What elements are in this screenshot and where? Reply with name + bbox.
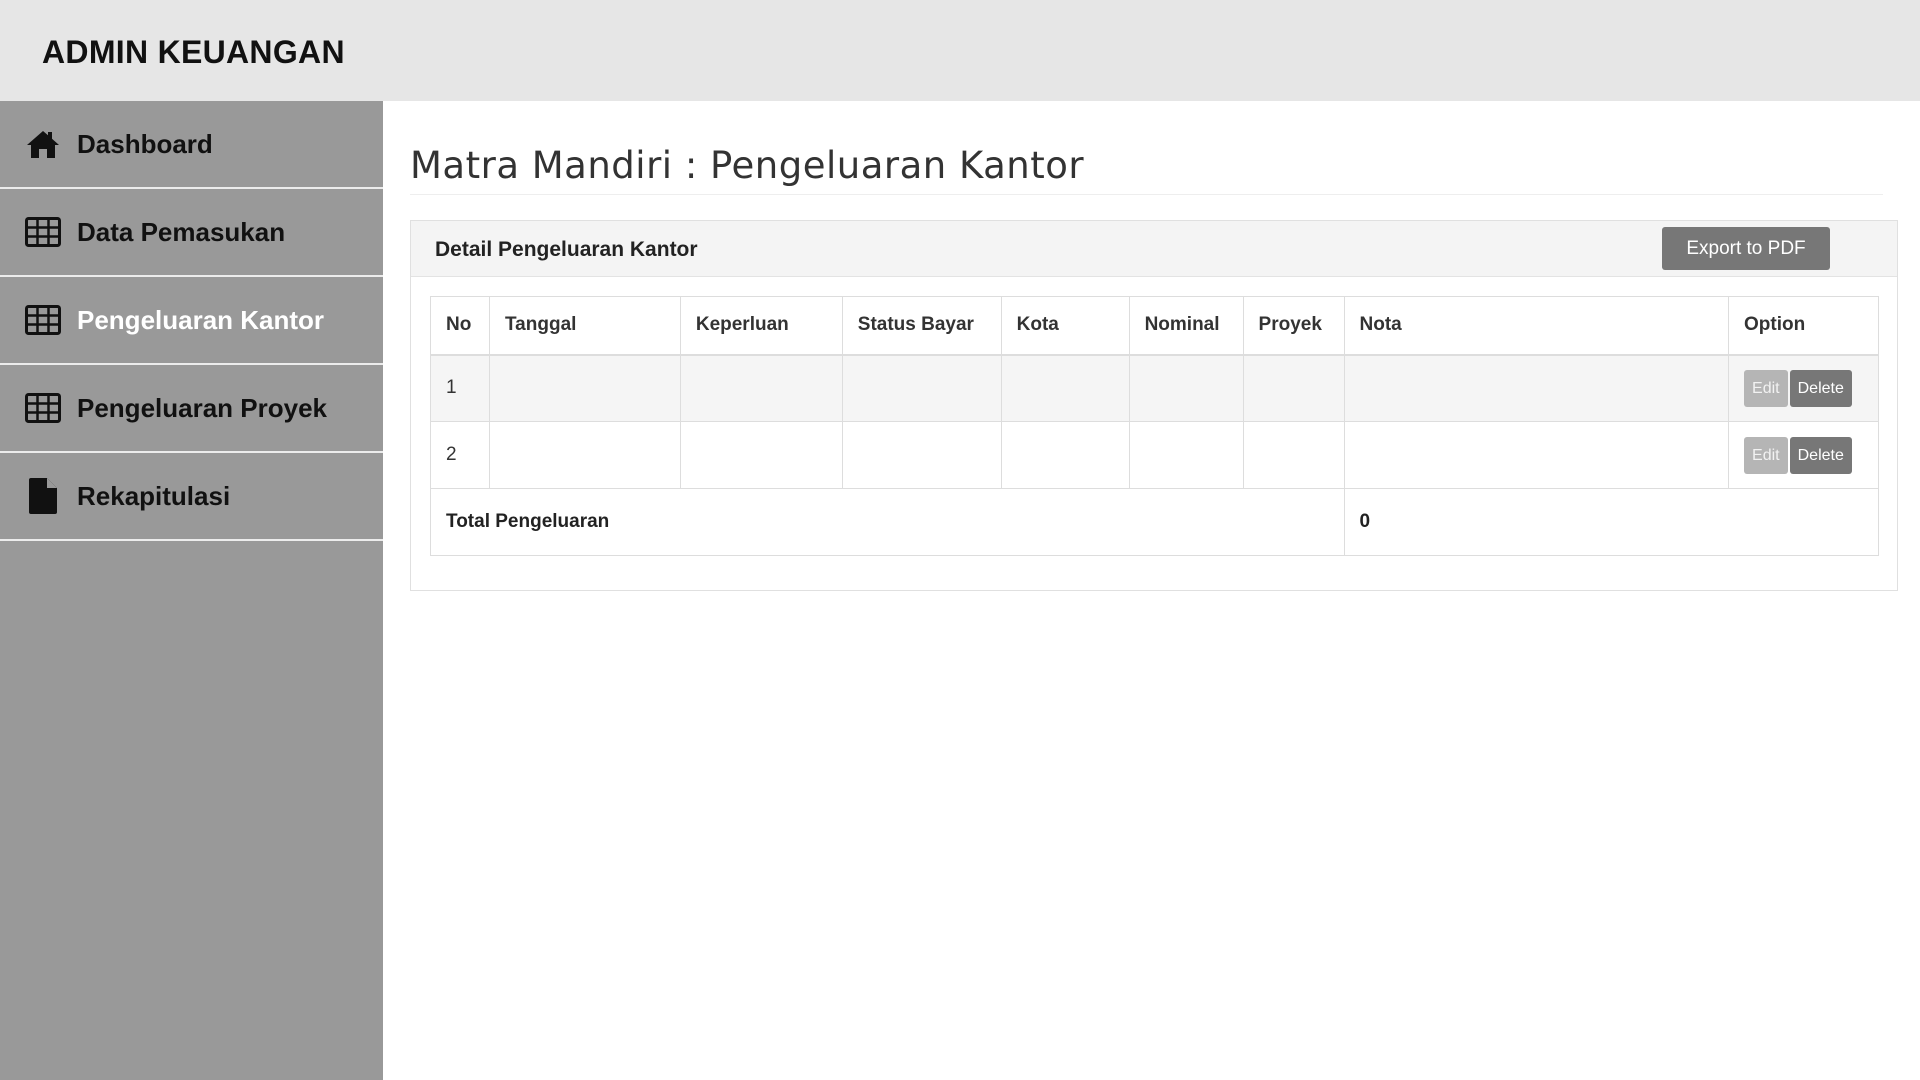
panel-header: Detail Pengeluaran Kantor Export to PDF (411, 221, 1897, 277)
column-header-proyek[interactable]: Proyek (1242, 296, 1345, 356)
sidebar-item-label: Data Pemasukan (77, 216, 286, 247)
cell-option: Edit Delete (1728, 421, 1879, 489)
total-label: Total Pengeluaran (430, 488, 1345, 556)
table-icon (25, 302, 61, 338)
cell-kota (1000, 354, 1130, 422)
column-header-option: Option (1728, 296, 1879, 356)
app-brand: ADMIN KEUANGAN (42, 34, 345, 70)
sidebar-item-label: Rekapitulasi (77, 480, 231, 511)
cell-keperluan (679, 354, 843, 422)
detail-panel: Detail Pengeluaran Kantor Export to PDF … (410, 220, 1898, 591)
cell-status-bayar (841, 354, 1002, 422)
home-icon (25, 126, 61, 162)
delete-button[interactable]: Delete (1789, 369, 1852, 407)
table-icon (25, 214, 61, 250)
column-header-no[interactable]: No (430, 296, 490, 356)
main-content: Matra Mandiri : Pengeluaran Kantor Detai… (383, 101, 1920, 1080)
cell-kota (1000, 421, 1130, 489)
total-value: 0 (1343, 488, 1880, 556)
sidebar-item-data-pemasukan[interactable]: Data Pemasukan (0, 189, 383, 277)
table-row: 2 Edit Delete (430, 421, 1879, 489)
column-header-nominal[interactable]: Nominal (1128, 296, 1244, 356)
cell-keperluan (679, 421, 843, 489)
column-header-kota[interactable]: Kota (1000, 296, 1130, 356)
table-icon (25, 390, 61, 426)
top-header: ADMIN KEUANGAN (0, 0, 1920, 101)
sidebar-item-rekapitulasi[interactable]: Rekapitulasi (0, 453, 383, 541)
page-title: Matra Mandiri : Pengeluaran Kantor (410, 144, 1085, 187)
cell-nota (1343, 354, 1730, 422)
title-divider (410, 194, 1883, 195)
cell-nota (1343, 421, 1730, 489)
cell-nominal (1128, 354, 1244, 422)
column-header-status-bayar[interactable]: Status Bayar (841, 296, 1002, 356)
cell-option: Edit Delete (1728, 354, 1879, 422)
sidebar-item-label: Pengeluaran Kantor (77, 304, 325, 335)
sidebar-item-dashboard[interactable]: Dashboard (0, 101, 383, 189)
export-pdf-button[interactable]: Export to PDF (1662, 227, 1830, 270)
sidebar-item-pengeluaran-kantor[interactable]: Pengeluaran Kantor (0, 277, 383, 365)
column-header-nota[interactable]: Nota (1343, 296, 1730, 356)
column-header-keperluan[interactable]: Keperluan (679, 296, 843, 356)
cell-no: 1 (430, 354, 490, 422)
table-header-row: No Tanggal Keperluan Status Bayar Kota N… (430, 296, 1879, 356)
panel-title: Detail Pengeluaran Kantor (435, 238, 698, 261)
table-row: 1 Edit Delete (430, 354, 1879, 422)
sidebar-item-pengeluaran-proyek[interactable]: Pengeluaran Proyek (0, 365, 383, 453)
sidebar: Dashboard Data Pemasukan Pengeluaran Kan (0, 101, 383, 1080)
edit-button[interactable]: Edit (1744, 436, 1788, 474)
file-icon (25, 478, 61, 514)
cell-nominal (1128, 421, 1244, 489)
cell-tanggal (488, 354, 681, 422)
sidebar-item-label: Pengeluaran Proyek (77, 392, 327, 423)
expense-table: No Tanggal Keperluan Status Bayar Kota N… (430, 296, 1880, 556)
total-row: Total Pengeluaran 0 (430, 488, 1880, 556)
sidebar-item-label: Dashboard (77, 128, 213, 159)
cell-status-bayar (841, 421, 1002, 489)
edit-button[interactable]: Edit (1744, 369, 1788, 407)
delete-button[interactable]: Delete (1789, 436, 1852, 474)
cell-no: 2 (430, 421, 490, 489)
cell-proyek (1242, 354, 1345, 422)
cell-proyek (1242, 421, 1345, 489)
column-header-tanggal[interactable]: Tanggal (488, 296, 681, 356)
cell-tanggal (488, 421, 681, 489)
